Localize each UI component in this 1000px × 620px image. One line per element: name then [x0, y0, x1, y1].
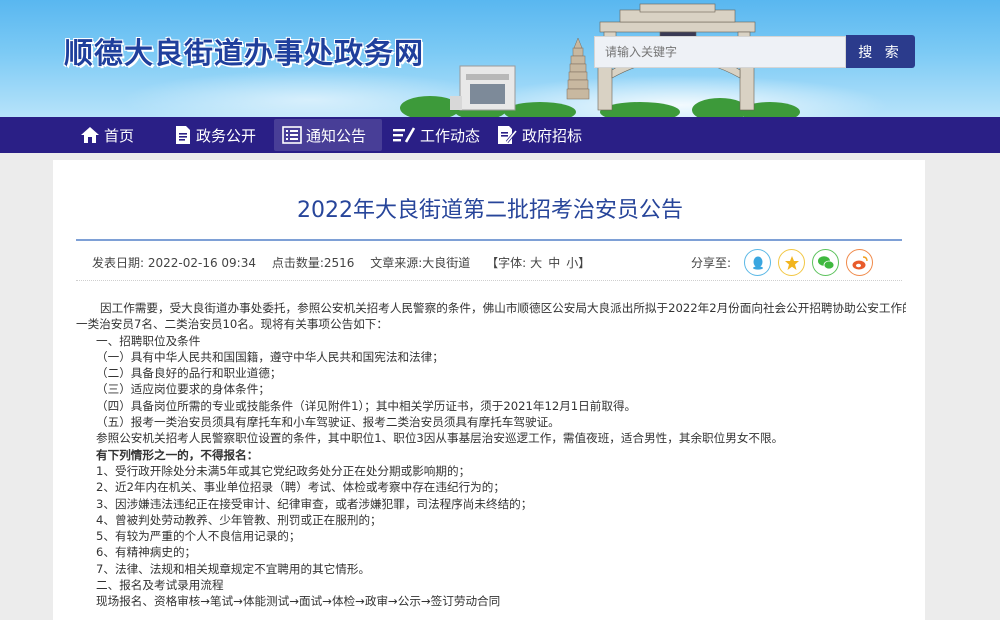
paragraph: 1、受行政开除处分未满5年或其它党纪政务处分正在处分期或影响期的；	[96, 463, 471, 478]
font-size-close: 】	[578, 256, 591, 270]
paragraph: （四）具备岗位所需的专业或技能条件（详见附件1）；其中相关学历证书，须于2021…	[96, 398, 637, 413]
nav-item-notices[interactable]: 通知公告	[274, 119, 382, 151]
nav-item-label: 首页	[104, 126, 135, 145]
weibo-icon[interactable]	[846, 249, 873, 276]
paragraph: （一）具有中华人民共和国国籍，遵守中华人民共和国宪法和法律；	[96, 349, 444, 364]
article-title: 2022年大良街道第二批招考治安员公告	[297, 198, 683, 223]
paragraph: 2、近2年内在机关、事业单位招录（聘）考试、体检或考察中存在违纪行为的；	[96, 480, 505, 495]
paragraph: 一、招聘职位及条件	[96, 333, 201, 348]
nav-item-home[interactable]: 首页	[72, 119, 142, 151]
paragraph: 参照公安机关招考人民警察职位设置的条件，其中职位1、职位3因从事基层治安巡逻工作…	[96, 431, 784, 446]
header-banner: 顺德大良街道办事处政务网 搜 索	[0, 0, 1000, 117]
search-button[interactable]: 搜 索	[846, 35, 915, 68]
pen-doc-icon	[498, 126, 518, 144]
document-icon	[176, 126, 190, 144]
article-source: 文章来源:大良街道	[370, 256, 471, 270]
site-title: 顺德大良街道办事处政务网	[64, 36, 425, 70]
nav-item-tenders[interactable]: 政府招标	[488, 119, 590, 151]
nav-item-work-news[interactable]: 工作动态	[384, 119, 488, 151]
nav-item-label: 工作动态	[420, 126, 481, 145]
paragraph: 二、报名及考试录用流程	[96, 578, 224, 593]
paragraph: 因工作需要，受大良街道办事处委托，参照公安机关招考人民警察的条件，佛山市顺德区公…	[100, 301, 906, 315]
paragraph-heading: 有下列情形之一的，不得报名：	[96, 447, 259, 462]
paragraph: 6、有精神病史的；	[96, 545, 197, 560]
article-body: 因工作需要，受大良街道办事处委托，参照公安机关招考人民警察的条件，佛山市顺德区公…	[76, 300, 906, 610]
font-large-link[interactable]: 大	[530, 256, 542, 270]
wechat-icon[interactable]	[812, 249, 839, 276]
main-nav: 首页 政务公开 通知公告 工作动态 政府招标	[0, 117, 1000, 153]
list-icon	[282, 126, 302, 144]
paragraph: 现场报名、资格审核→笔试→体能测试→面试→体检→政审→公示→签订劳动合同	[96, 594, 501, 609]
meta-divider	[76, 280, 902, 281]
publish-date: 发表日期: 2022-02-16 09:34	[92, 256, 256, 270]
qq-icon[interactable]	[744, 249, 771, 276]
paragraph: （二）具备良好的品行和职业道德；	[96, 366, 282, 381]
nav-item-public-affairs[interactable]: 政务公开	[166, 119, 264, 151]
paragraph: （五）报考一类治安员须具有摩托车和小车驾驶证、报考二类治安员须具有摩托车驾驶证。	[96, 415, 560, 430]
search-input[interactable]	[594, 36, 846, 68]
qzone-icon[interactable]	[778, 249, 805, 276]
article-meta: 发表日期: 2022-02-16 09:34 点击数量:2516 文章来源:大良…	[92, 254, 590, 271]
paragraph: （三）适应岗位要求的身体条件；	[96, 382, 270, 397]
share-label: 分享至:	[691, 256, 732, 270]
font-medium-link[interactable]: 中	[548, 256, 560, 270]
paragraph: 4、曾被判处劳动教养、少年管教、刑罚或正在服刑的；	[96, 512, 382, 527]
nav-item-label: 政务公开	[196, 126, 257, 145]
hit-count: 点击数量:2516	[271, 256, 355, 270]
font-size-label: 【字体:	[486, 256, 527, 270]
title-divider	[76, 239, 902, 241]
edit-icon	[393, 127, 416, 143]
paragraph: 7、法律、法规和相关规章规定不宜聘用的其它情形。	[96, 561, 371, 576]
paragraph: 3、因涉嫌违法违纪正在接受审计、纪律审查，或者涉嫌犯罪，司法程序尚未终结的；	[96, 496, 533, 511]
home-icon	[81, 127, 99, 143]
font-small-link[interactable]: 小	[566, 256, 578, 270]
font-size-control: 【字体: 大中小】	[486, 256, 590, 270]
paragraph: 5、有较为严重的个人不良信用记录的；	[96, 529, 301, 544]
nav-item-label: 通知公告	[306, 126, 367, 145]
paragraph: 一类治安员7名、二类治安员10名。现将有关事项公告如下：	[76, 317, 388, 332]
nav-item-label: 政府招标	[522, 126, 583, 145]
